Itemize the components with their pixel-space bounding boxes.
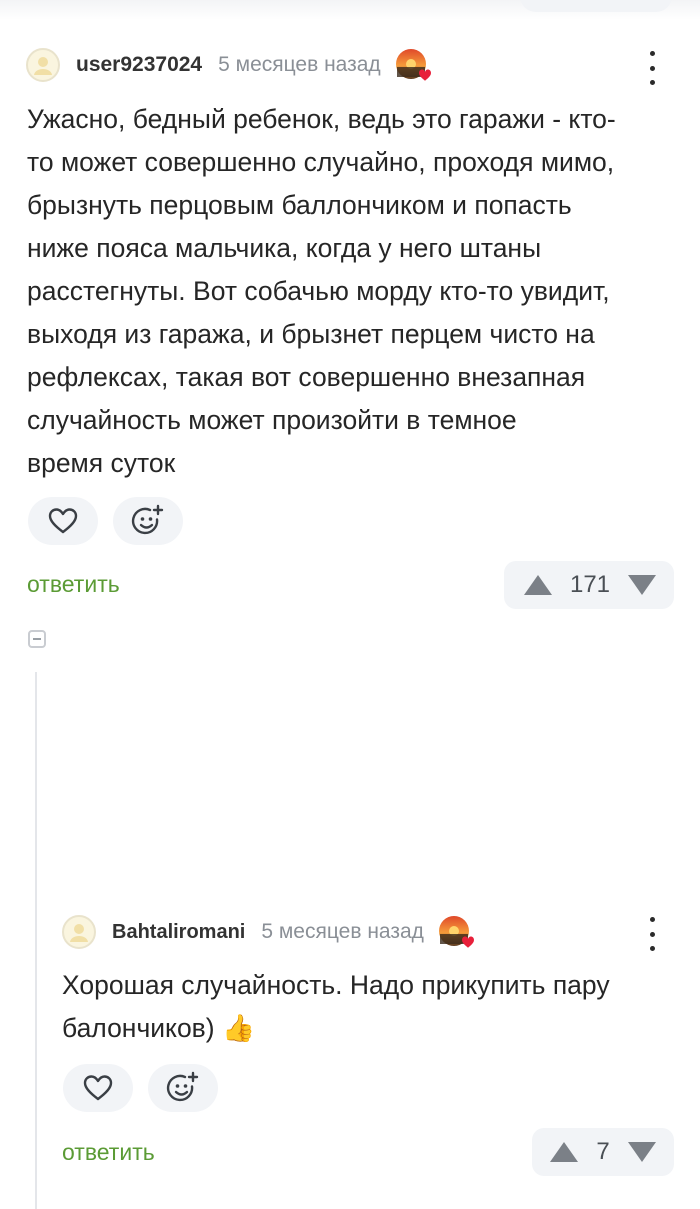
user-avatar-icon[interactable] — [26, 48, 60, 82]
reply-react-button[interactable] — [148, 1064, 218, 1112]
reply-rating-value: 7 — [596, 1138, 610, 1165]
downvote-icon[interactable] — [626, 573, 658, 597]
minus-icon — [33, 638, 41, 640]
sunset-heart-badge-icon — [395, 49, 431, 81]
reply-reply-link[interactable]: ответить — [62, 1139, 155, 1166]
add-reaction-icon — [131, 504, 164, 535]
comment-header: user9237024 5 месяцев назад — [26, 45, 431, 85]
more-dot-icon — [649, 51, 655, 56]
reply-text: Хорошая случайность. Надо прикупить пару… — [62, 970, 610, 1043]
heart-icon — [83, 1075, 113, 1101]
add-reaction-icon — [166, 1071, 199, 1102]
comment-rating: 171 — [504, 561, 674, 609]
reply-timestamp[interactable]: 5 месяцев назад — [261, 920, 424, 944]
upvote-icon[interactable] — [522, 573, 554, 597]
previous-rating-pill[interactable] — [520, 0, 672, 12]
comment-timestamp[interactable]: 5 месяцев назад — [218, 53, 381, 77]
reply-rating: 7 — [532, 1128, 674, 1176]
comment-username[interactable]: user9237024 — [76, 53, 202, 77]
more-dot-icon — [649, 65, 655, 71]
comment-more-button[interactable] — [642, 51, 662, 85]
reply-username[interactable]: Bahtaliromani — [112, 921, 245, 944]
comment-react-button[interactable] — [113, 497, 183, 545]
comments-page: user9237024 5 месяцев назад Ужасно, бедн… — [0, 0, 700, 1209]
collapse-thread-button[interactable] — [28, 630, 46, 648]
thread-line[interactable] — [35, 672, 37, 1209]
comment-reply-link[interactable]: ответить — [27, 571, 120, 598]
reply-like-button[interactable] — [63, 1064, 133, 1112]
more-dot-icon — [649, 80, 655, 85]
comment-like-button[interactable] — [28, 497, 98, 545]
more-dot-icon — [649, 931, 655, 937]
sunset-heart-badge-icon — [438, 916, 474, 948]
upvote-icon[interactable] — [548, 1140, 580, 1164]
comment-rating-value: 171 — [569, 571, 611, 598]
reply-header: Bahtaliromani 5 месяцев назад — [62, 912, 474, 952]
heart-icon — [48, 508, 78, 534]
comment-text: Ужасно, бедный ребенок, ведь это гаражи … — [27, 104, 616, 478]
downvote-icon[interactable] — [626, 1140, 658, 1164]
more-dot-icon — [649, 917, 655, 922]
reply-more-button[interactable] — [642, 917, 662, 951]
more-dot-icon — [649, 946, 655, 951]
user-avatar-icon[interactable] — [62, 915, 96, 949]
